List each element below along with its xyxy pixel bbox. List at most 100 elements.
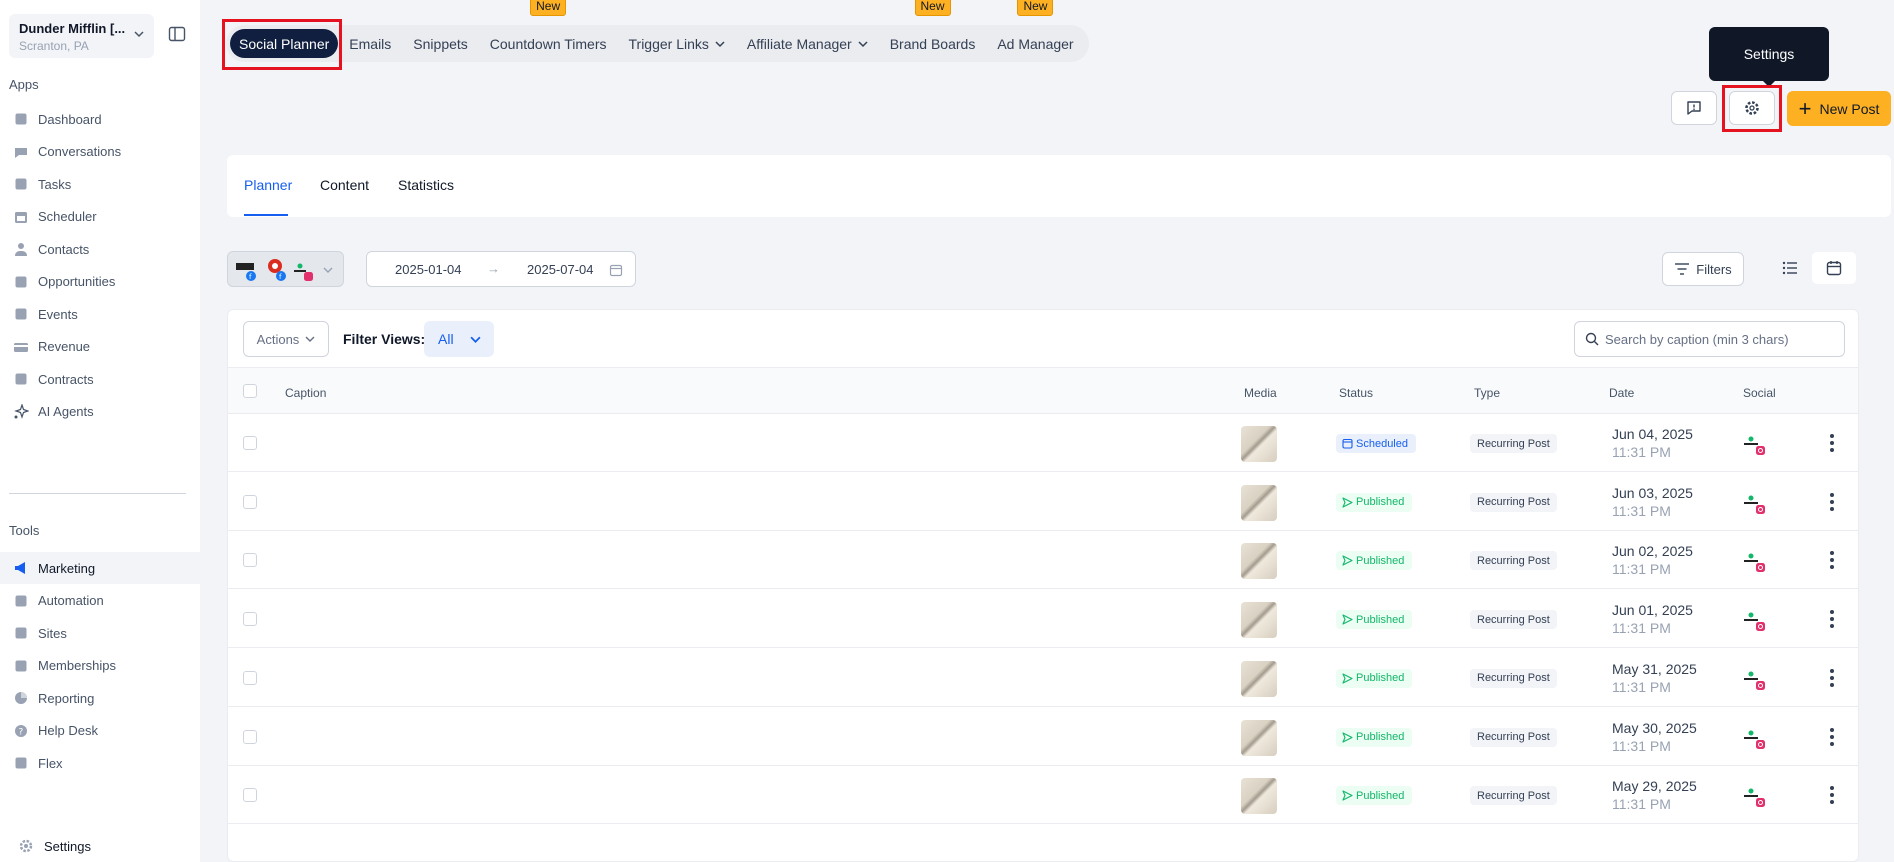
- tab-emails[interactable]: Emails: [338, 29, 402, 58]
- chevron-down-icon: [305, 336, 315, 342]
- table-row[interactable]: Published Recurring Post May 31, 2025 11…: [228, 649, 1858, 707]
- sidebar-item-opportunities[interactable]: Opportunities: [0, 266, 200, 298]
- media-thumbnail[interactable]: [1241, 660, 1277, 697]
- search-input[interactable]: Search by caption (min 3 chars): [1574, 321, 1845, 357]
- media-thumbnail[interactable]: [1241, 484, 1277, 521]
- calendar-view-button[interactable]: [1812, 252, 1856, 284]
- table-row[interactable]: Scheduled Recurring Post Jun 04, 2025 11…: [228, 414, 1858, 472]
- sidebar-item-marketing[interactable]: Marketing: [0, 552, 200, 584]
- sidebar-item-scheduler[interactable]: Scheduler: [0, 201, 200, 233]
- select-all-checkbox[interactable]: [243, 384, 257, 398]
- tab-snippets[interactable]: Snippets: [402, 29, 478, 58]
- tab-label: Countdown Timers: [489, 35, 607, 52]
- dashboard-icon: [13, 111, 29, 127]
- row-more-menu-icon[interactable]: [1826, 725, 1838, 749]
- row-more-menu-icon[interactable]: [1826, 548, 1838, 572]
- row-checkbox[interactable]: [243, 788, 257, 803]
- sidebar-toggle-icon[interactable]: [168, 25, 186, 43]
- sidebar-item-ai-agents[interactable]: AI Agents: [0, 396, 200, 428]
- new-badge: New: [914, 0, 951, 16]
- chevron-down-icon: [715, 40, 725, 47]
- row-checkbox[interactable]: [243, 612, 257, 627]
- sparkle-icon: [13, 403, 29, 420]
- tab-brand-boards[interactable]: Brand Boards New: [879, 0, 987, 58]
- row-more-menu-icon[interactable]: [1826, 783, 1838, 807]
- filters-button[interactable]: Filters: [1662, 252, 1744, 286]
- account-selector[interactable]: f f: [227, 251, 344, 287]
- row-checkbox[interactable]: [243, 436, 257, 450]
- gear-icon: [19, 839, 33, 853]
- table-row[interactable]: Published Recurring Post May 29, 2025 11…: [228, 766, 1858, 825]
- table-row[interactable]: Published Recurring Post Jun 01, 2025 11…: [228, 590, 1858, 649]
- tab-statistics[interactable]: Statistics: [398, 177, 454, 193]
- calendar-icon: [13, 209, 29, 225]
- chevron-down-icon: [134, 31, 144, 38]
- media-thumbnail[interactable]: [1241, 602, 1277, 639]
- post-date: Jun 01, 2025: [1612, 602, 1693, 619]
- media-thumbnail[interactable]: [1241, 543, 1277, 580]
- table-row[interactable]: Published Recurring Post Jun 02, 2025 11…: [228, 531, 1858, 590]
- type-badge: Recurring Post: [1470, 786, 1557, 806]
- sidebar-item-label: Tasks: [38, 176, 72, 192]
- date-range-picker[interactable]: 2025-01-04 → 2025-07-04: [366, 251, 636, 287]
- tab-trigger-links[interactable]: Trigger Links: [618, 29, 736, 58]
- location-switcher[interactable]: Dunder Mifflin [... Scranton, PA: [9, 14, 154, 58]
- row-more-menu-icon[interactable]: [1826, 431, 1838, 455]
- row-checkbox[interactable]: [243, 729, 257, 744]
- row-checkbox[interactable]: [243, 670, 257, 685]
- tab-planner[interactable]: Planner: [244, 177, 292, 193]
- user-icon: [13, 241, 29, 257]
- sidebar-item-reporting[interactable]: Reporting: [0, 682, 200, 714]
- sidebar-item-settings[interactable]: Settings: [18, 838, 91, 854]
- sidebar-item-revenue[interactable]: Revenue: [0, 331, 200, 363]
- sidebar-item-automation[interactable]: Automation: [0, 585, 200, 617]
- list-view-button[interactable]: [1768, 252, 1812, 284]
- table-row[interactable]: Published Recurring Post May 30, 2025 11…: [228, 708, 1858, 766]
- status-label: Published: [1356, 731, 1405, 743]
- media-thumbnail[interactable]: [1241, 778, 1277, 815]
- row-more-menu-icon[interactable]: [1826, 490, 1838, 514]
- search-placeholder: Search by caption (min 3 chars): [1605, 331, 1789, 347]
- sidebar-item-sites[interactable]: Sites: [0, 617, 200, 649]
- social-account-icon: [1744, 553, 1765, 573]
- social-account-icon: [1744, 495, 1765, 514]
- sidebar-item-help-desk[interactable]: ? Help Desk: [0, 715, 200, 747]
- media-thumbnail[interactable]: [1241, 719, 1277, 756]
- sidebar-item-memberships[interactable]: Memberships: [0, 650, 200, 682]
- social-account-icon: [1744, 730, 1765, 749]
- actions-dropdown[interactable]: Actions: [243, 321, 329, 357]
- status-label: Published: [1356, 613, 1405, 626]
- status-badge: Published: [1336, 610, 1413, 630]
- filter-views-select[interactable]: All: [424, 321, 494, 357]
- new-post-button[interactable]: + New Post: [1787, 91, 1891, 126]
- sidebar-item-tasks[interactable]: Tasks: [0, 168, 200, 200]
- post-time: 11:31 PM: [1612, 737, 1671, 754]
- sidebar-item-dashboard[interactable]: Dashboard: [0, 103, 200, 135]
- type-badge: Recurring Post: [1470, 551, 1557, 571]
- filter-views-label: Filter Views:: [343, 331, 426, 347]
- media-thumbnail[interactable]: [1241, 426, 1277, 462]
- tab-countdown-timers[interactable]: Countdown Timers New: [479, 0, 618, 58]
- row-checkbox[interactable]: [243, 553, 257, 568]
- sidebar-item-conversations[interactable]: Conversations: [0, 136, 200, 168]
- tab-ad-manager[interactable]: Ad Manager New: [986, 0, 1084, 58]
- tab-label: Ad Manager: [997, 35, 1074, 52]
- sidebar-item-flex[interactable]: Flex: [0, 747, 200, 779]
- sidebar-divider: [9, 493, 186, 494]
- sidebar-item-contacts[interactable]: Contacts: [0, 233, 200, 265]
- row-more-menu-icon[interactable]: [1826, 607, 1838, 631]
- tab-content[interactable]: Content: [320, 177, 369, 193]
- tab-affiliate-manager[interactable]: Affiliate Manager: [736, 29, 879, 58]
- row-more-menu-icon[interactable]: [1826, 666, 1838, 690]
- row-checkbox[interactable]: [243, 494, 257, 509]
- feedback-button[interactable]: [1671, 91, 1717, 125]
- column-social: Social: [1743, 386, 1776, 400]
- target-icon: [13, 274, 29, 290]
- sidebar-item-contracts[interactable]: Contracts: [0, 363, 200, 395]
- table-row[interactable]: Published Recurring Post Jun 03, 2025 11…: [228, 473, 1858, 531]
- column-media: Media: [1244, 386, 1277, 400]
- events-icon: [13, 306, 29, 322]
- highlight-box-settings: [1722, 85, 1782, 132]
- sidebar-item-events[interactable]: Events: [0, 298, 200, 330]
- column-caption: Caption: [285, 386, 327, 400]
